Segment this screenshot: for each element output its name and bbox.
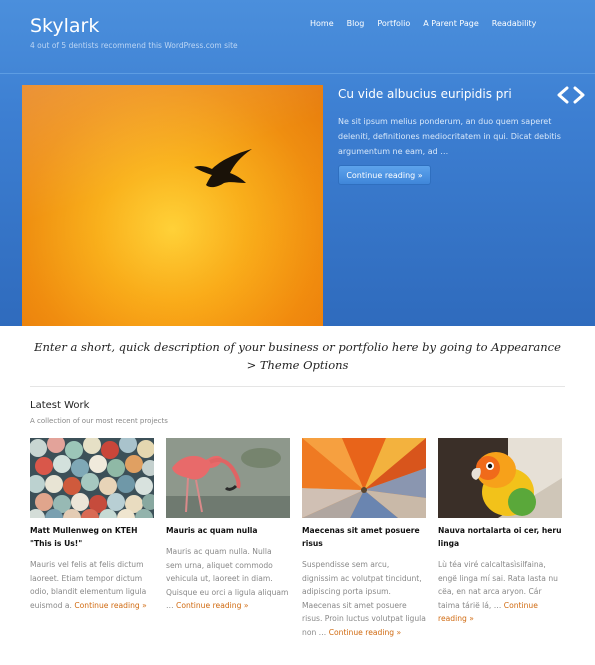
work-item: Nauva nortalarta oi cer, heru linga Lù t… — [438, 438, 562, 626]
work-excerpt-text: Lù téa viré calcaltasìsilfaina, engë lin… — [438, 560, 558, 610]
continue-reading-link[interactable]: Continue reading » — [74, 601, 146, 610]
lovebird-image — [438, 438, 562, 518]
work-excerpt: Mauris vel felis at felis dictum laoreet… — [30, 558, 154, 612]
site-title[interactable]: Skylark — [30, 15, 99, 37]
nav-item-readability[interactable]: Readability — [492, 19, 537, 28]
continue-reading-link[interactable]: Continue reading » — [329, 628, 401, 637]
work-item: Maecenas sit amet posuere risus Suspendi… — [302, 438, 426, 639]
work-thumbnail-flamingo[interactable] — [166, 438, 290, 518]
site-header: Skylark 4 out of 5 dentists recommend th… — [0, 0, 595, 74]
section-divider — [30, 386, 565, 387]
work-title[interactable]: Nauva nortalarta oi cer, heru linga — [438, 524, 562, 550]
nav-item-blog[interactable]: Blog — [347, 19, 365, 28]
site-description: 4 out of 5 dentists recommend this WordP… — [30, 41, 238, 50]
bird-silhouette-icon — [194, 149, 252, 188]
latest-work-subtitle: A collection of our most recent projects — [30, 417, 168, 425]
nav-item-parent-page[interactable]: A Parent Page — [423, 19, 479, 28]
sun-glow — [22, 85, 323, 326]
work-thumbnail-lovebird[interactable] — [438, 438, 562, 518]
latest-work-title: Latest Work — [30, 400, 90, 411]
nav-item-portfolio[interactable]: Portfolio — [377, 19, 410, 28]
work-excerpt: Suspendisse sem arcu, dignissim ac volut… — [302, 558, 426, 639]
continue-reading-button[interactable]: Continue reading » — [338, 165, 431, 185]
umbrella-image — [302, 438, 426, 518]
main-nav: Home Blog Portfolio A Parent Page Readab… — [310, 19, 549, 28]
work-title[interactable]: Maecenas sit amet posuere risus — [302, 524, 426, 550]
nav-item-home[interactable]: Home — [310, 19, 334, 28]
work-title[interactable]: Matt Mullenweg on KTEH "This is Us!" — [30, 524, 154, 550]
work-thumbnail-buttons[interactable] — [30, 438, 154, 518]
work-excerpt-text: Suspendisse sem arcu, dignissim ac volut… — [302, 560, 426, 637]
flamingo-image — [166, 438, 290, 518]
work-item: Matt Mullenweg on KTEH "This is Us!" Mau… — [30, 438, 154, 612]
work-thumbnail-umbrella[interactable] — [302, 438, 426, 518]
work-excerpt: Mauris ac quam nulla. Nulla sem urna, al… — [166, 545, 290, 613]
featured-excerpt: Ne sit ipsum melius ponderum, an duo que… — [338, 117, 561, 156]
pin-buttons-image — [30, 438, 154, 518]
featured-title[interactable]: Cu vide albucius euripidis pri — [338, 87, 512, 101]
slider-arrows — [555, 86, 587, 104]
work-title[interactable]: Mauris ac quam nulla — [166, 524, 290, 537]
continue-reading-link[interactable]: Continue reading » — [176, 601, 248, 610]
chevron-right-icon[interactable] — [571, 86, 587, 104]
featured-image[interactable] — [22, 85, 323, 326]
work-item: Mauris ac quam nulla Mauris ac quam null… — [166, 438, 290, 613]
work-excerpt: Lù téa viré calcaltasìsilfaina, engë lin… — [438, 558, 562, 626]
site-tagline: Enter a short, quick description of your… — [34, 340, 561, 372]
chevron-left-icon[interactable] — [555, 86, 571, 104]
